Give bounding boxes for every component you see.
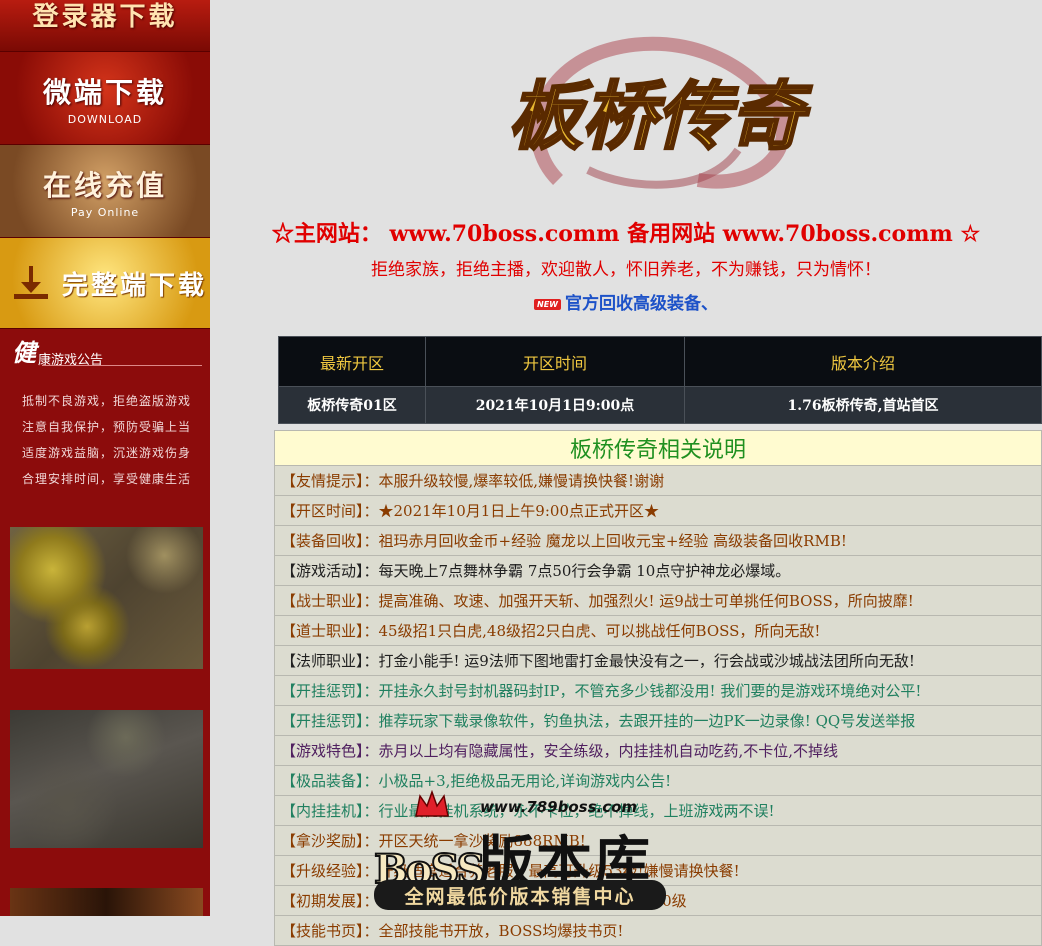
recharge-sub: Pay Online <box>70 205 140 219</box>
recharge-label: 在线充值 <box>42 168 167 202</box>
online-recharge-button[interactable]: 在线充值 Pay Online <box>0 145 210 238</box>
health-notice-heading: 健 康游戏公告 <box>12 338 202 368</box>
info-item: 【装备回收】：祖玛赤月回收金币+经验 魔龙以上回收元宝+经验 高级装备回收RMB… <box>274 525 1042 556</box>
left-sidebar: 登录器下载 微端下载 DOWNLOAD 在线充值 Pay Online 完整端下… <box>0 0 210 916</box>
news-text: 官方回收高级装备、 <box>564 294 718 314</box>
game-screenshot-3 <box>10 888 203 916</box>
col-header-latest-server: 最新开区 <box>278 336 426 387</box>
micro-client-download-button[interactable]: 微端下载 DOWNLOAD <box>0 52 210 145</box>
news-link[interactable]: NEW 官方回收高级装备、 <box>210 289 1042 314</box>
health-notice-text: 抵制不良游戏，拒绝盗版游戏 注意自我保护，预防受骗上当 适度游戏益脑，沉迷游戏伤… <box>22 388 202 492</box>
col-header-version-intro: 版本介绍 <box>684 336 1042 387</box>
info-item: 【开区时间】：★2021年10月1日上午9:00点正式开区★ <box>274 495 1042 526</box>
health-notice-first-char: 健 <box>12 338 36 367</box>
info-item: 【游戏活动】：每天晚上7点舞林争霸 7点50行会争霸 10点守护神龙必爆域。 <box>274 555 1042 586</box>
logo-text: 板桥传奇 <box>508 74 813 160</box>
login-download-label: 登录器下载 <box>32 2 178 32</box>
notice-line: 适度游戏益脑，沉迷游戏伤身 <box>22 446 192 460</box>
micro-download-sub: DOWNLOAD <box>67 112 143 126</box>
full-download-label: 完整端下载 <box>62 270 208 301</box>
login-download-button[interactable]: 登录器下载 <box>0 0 210 52</box>
server-table-header: 最新开区 开区时间 版本介绍 <box>278 336 1042 387</box>
new-badge: NEW <box>534 299 561 310</box>
info-caption: 板桥传奇相关说明 <box>274 430 1042 466</box>
open-time-cell: 2021年10月1日9:00点 <box>425 386 685 424</box>
info-item: 【法师职业】：打金小能手! 运9法师下图地雷打金最快没有之一，行会战或沙城战法团… <box>274 645 1042 676</box>
server-open-table: 最新开区 开区时间 版本介绍 板桥传奇01区 2021年10月1日9:00点 1… <box>278 336 1042 424</box>
watermark-site: www.789boss.com <box>480 798 638 816</box>
server-name-cell: 板桥传奇01区 <box>278 386 426 424</box>
info-item: 【道士职业】：45级招1只白虎,48级招2只白虎、可以挑战任何BOSS，所向无敌… <box>274 615 1042 646</box>
watermark-logo: www.789boss.com BoSS 版本库 全网最低价版本销售中心 <box>372 790 672 916</box>
game-logo: 板桥传奇 <box>478 30 828 200</box>
info-item: 【开挂惩罚】：推荐玩家下载录像软件，钓鱼执法，去跟开挂的一边PK一边录像! QQ… <box>274 705 1042 736</box>
notice-line: 合理安排时间，享受健康生活 <box>22 472 192 486</box>
micro-download-label: 微端下载 <box>42 75 167 109</box>
server-motto: 拒绝家族，拒绝主播，欢迎散人，怀旧养老，不为赚钱，只为情怀！ <box>371 260 881 280</box>
table-row: 板桥传奇01区 2021年10月1日9:00点 1.76板桥传奇,首站首区 <box>278 386 1042 424</box>
game-screenshot-2 <box>10 710 203 848</box>
info-item: 【战士职业】：提高准确、攻速、加强开天斩、加强烈火! 运9战士可单挑任何BOSS… <box>274 585 1042 616</box>
notice-line: 抵制不良游戏，拒绝盗版游戏 <box>22 394 192 408</box>
info-item: 【游戏特色】：赤月以上均有隐藏属性，安全练级，内挂挂机自动吃药,不卡位,不掉线 <box>274 735 1042 766</box>
info-item: 【开挂惩罚】：开挂永久封号封机器码封IP，不管充多少钱都没用! 我们要的是游戏环… <box>274 675 1042 706</box>
crown-icon <box>415 790 449 817</box>
col-header-open-time: 开区时间 <box>425 336 685 387</box>
notice-line: 注意自我保护，预防受骗上当 <box>22 420 192 434</box>
site-address-line: ☆主网站： www.70boss.comm 备用网站 www.70boss.co… <box>271 221 981 247</box>
info-item: 【技能书页】：全部技能书开放，BOSS均爆技书页! <box>274 915 1042 946</box>
version-intro-cell: 1.76板桥传奇,首站首区 <box>684 386 1042 424</box>
watermark-slogan: 全网最低价版本销售中心 <box>374 880 666 910</box>
download-icon <box>14 264 48 302</box>
info-item: 【友情提示】：本服升级较慢,爆率较低,嫌慢请换快餐!谢谢 <box>274 465 1042 496</box>
game-screenshot-1 <box>10 527 203 669</box>
full-client-download-button[interactable]: 完整端下载 <box>0 238 210 329</box>
